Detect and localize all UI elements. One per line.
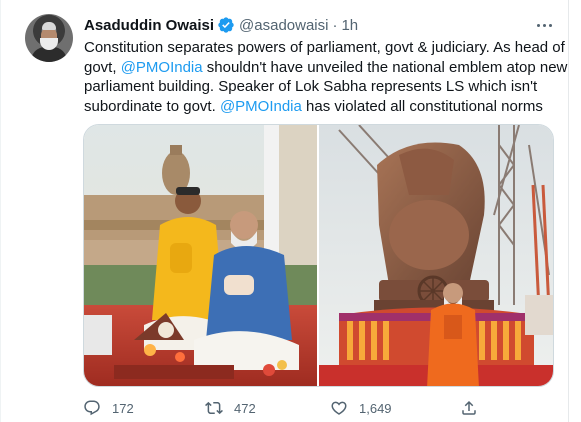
like-button[interactable]: 1,649 [330,398,392,418]
tweet-text-line: Constitution separates powers of parliam… [84,38,565,58]
tweet-text-line: subordinate to govt. @PMOIndia has viola… [84,97,554,117]
reply-button[interactable]: 172 [83,398,134,418]
photo-emblem-unveiling[interactable] [319,125,553,386]
left-border [0,0,1,422]
author-name[interactable]: Asaduddin Owaisi [84,17,214,34]
like-icon [331,401,347,415]
mention-link[interactable]: @PMOIndia [121,59,203,76]
more-options-icon[interactable] [533,16,555,34]
right-border [568,0,569,422]
retweet-icon [205,401,223,415]
mention-link[interactable]: @PMOIndia [220,98,302,115]
share-button[interactable] [460,398,489,418]
timestamp[interactable]: 1h [341,17,358,34]
tweet-header: Asaduddin Owaisi @asadowaisi · 1h [84,15,358,35]
avatar[interactable] [25,14,73,62]
tweet-text-segment: shouldn't have unveiled the national emb… [202,58,568,76]
like-count: 1,649 [359,400,392,416]
reply-count: 172 [112,400,134,416]
tweet-text-segment: Constitution separates powers of parliam… [84,39,565,56]
author-handle[interactable]: @asadowaisi [239,17,328,34]
reply-icon [84,400,100,416]
tweet-text-segment: parliament building. Speaker of Lok Sabh… [84,78,538,95]
separator-dot: · [332,16,338,34]
retweet-button[interactable]: 472 [205,398,256,418]
tweet-text-segment: has violated all constitutional norms [301,97,543,115]
tweet-text: Constitution separates powers of parliam… [84,38,567,117]
media-grid [83,124,554,387]
share-icon [462,400,476,415]
retweet-count: 472 [234,400,256,416]
tweet-card[interactable]: Asaduddin Owaisi @asadowaisi · 1h Consti… [0,0,581,422]
tweet-text-line: govt, @PMOIndia shouldn't have unveiled … [84,58,567,78]
verified-badge-icon [218,17,234,33]
tweet-text-line: parliament building. Speaker of Lok Sabh… [84,77,554,97]
tweet-text-segment: govt, [84,58,121,76]
photo-speaker-and-pm[interactable] [84,125,317,386]
tweet-text-segment: subordinate to govt. [84,97,220,115]
action-bar: 172 472 1,649 [83,398,483,418]
